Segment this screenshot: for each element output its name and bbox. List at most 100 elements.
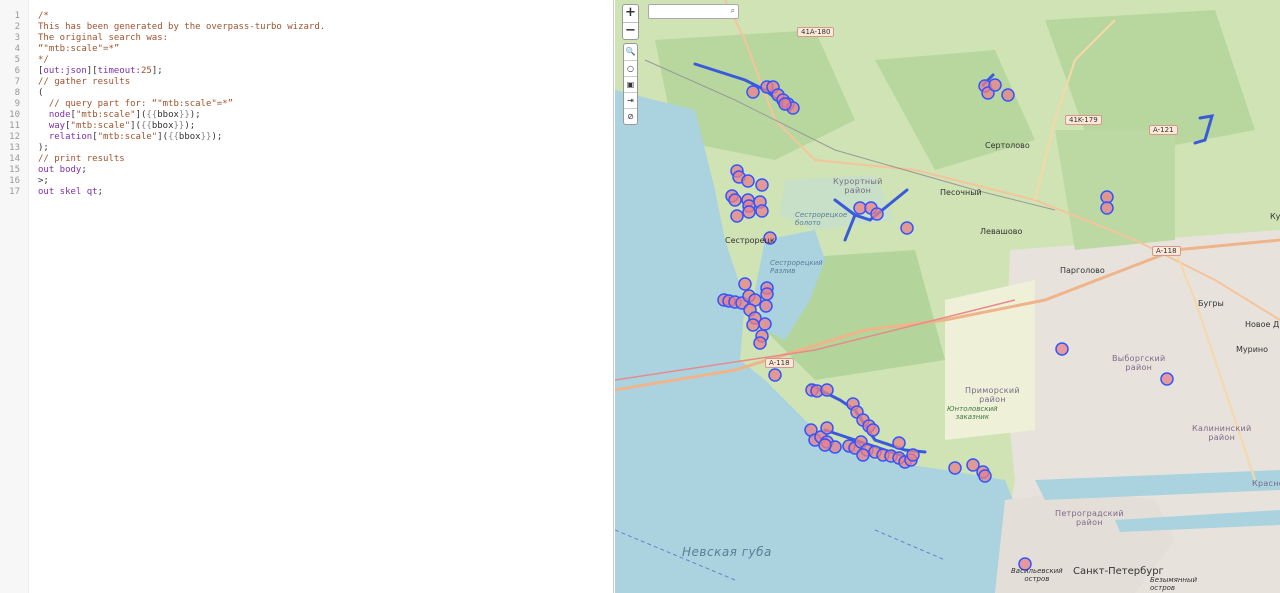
map-label: Левашово xyxy=(980,227,1023,236)
line-number: 13 xyxy=(9,143,20,153)
line-number: 10 xyxy=(9,110,20,120)
code-token: bbox xyxy=(157,110,179,120)
code-token: out:json xyxy=(43,66,87,76)
line-number: 3 xyxy=(14,33,20,43)
code-token: ); xyxy=(189,110,201,120)
code-token: >; xyxy=(38,176,49,186)
code-line[interactable]: 16 >; xyxy=(0,176,614,187)
code-token: ( xyxy=(38,88,44,98)
zoom-out-button[interactable]: − xyxy=(623,22,638,39)
code-line[interactable]: 13); xyxy=(0,143,614,154)
code-token: ]( xyxy=(135,110,147,120)
code-token: 25 xyxy=(140,66,152,76)
code-area[interactable]: 1 /* 2 This has been generated by the overp… xyxy=(0,11,614,198)
code-line[interactable]: 14 // print results xyxy=(0,154,614,165)
map-label: Приморский район xyxy=(965,386,1020,404)
code-line[interactable]: 2 This has been generated by the overpass… xyxy=(0,22,614,33)
code-line[interactable]: 17 out skel qt; xyxy=(0,187,614,198)
map-label: Юнтоловский заказник xyxy=(947,405,998,421)
code-token: ]; xyxy=(151,66,163,76)
code-token: "mtb:scale" xyxy=(70,121,131,131)
line-number: 17 xyxy=(9,187,20,197)
code-line[interactable]: 5 */ xyxy=(0,55,614,66)
road-shield: A-118 xyxy=(1152,246,1181,256)
map-search-input[interactable]: ⌕ xyxy=(648,4,739,19)
code-token: ; xyxy=(81,165,87,175)
code-token: "mtb:scale" xyxy=(75,110,136,120)
code-token: ; xyxy=(97,187,104,197)
map-label: Сестрорецк xyxy=(725,236,775,245)
map-label: Ку xyxy=(1270,212,1280,221)
map-label: Сестрорецкое болото xyxy=(795,211,848,227)
code-token: }} xyxy=(173,121,185,131)
road-shield: A-118 xyxy=(765,358,794,368)
code-token: relation xyxy=(48,132,93,142)
map-label: Красно xyxy=(1252,479,1280,488)
code-line[interactable]: 4 “"mtb:scale"=*” xyxy=(0,44,614,55)
code-line[interactable]: 8( xyxy=(0,88,614,99)
code-token: out body xyxy=(38,165,82,175)
zoom-to-data-icon[interactable]: 🔍 xyxy=(624,44,637,60)
code-token: ]( xyxy=(130,121,141,131)
code-line[interactable]: 12 relation["mtb:scale"]({{bbox}}); xyxy=(0,132,614,143)
code-line[interactable]: 1 /* xyxy=(0,11,614,22)
code-token: ); xyxy=(211,132,223,142)
map-label: Мурино xyxy=(1236,345,1269,354)
code-token: }} xyxy=(200,132,212,142)
code-line[interactable]: 11 way["mtb:scale"]({{bbox}}); xyxy=(0,121,614,132)
zoom-in-button[interactable]: + xyxy=(623,5,638,22)
layers-icon[interactable]: ▣ xyxy=(624,76,637,92)
code-token: way xyxy=(48,121,66,131)
code-token: {{ xyxy=(140,121,152,131)
code-token: ][ xyxy=(86,66,98,76)
search-icon[interactable]: ⌕ xyxy=(731,6,735,16)
road-shield: 41K-179 xyxy=(1065,115,1102,125)
code-token: "mtb:scale" xyxy=(97,132,158,142)
road-shield: A-121 xyxy=(1149,125,1178,135)
line-number: 12 xyxy=(9,132,20,142)
line-number: 16 xyxy=(9,176,20,186)
code-line[interactable]: 10 node["mtb:scale"]({{bbox}}); xyxy=(0,110,614,121)
line-number: 9 xyxy=(14,99,20,109)
code-token: ); xyxy=(184,121,196,131)
code-token: {{ xyxy=(146,110,158,120)
map-label: Невская губа xyxy=(682,545,772,559)
code-line[interactable]: 15 out body; xyxy=(0,165,614,176)
code-token: ]( xyxy=(157,132,169,142)
code-token: “"mtb:scale"=*” xyxy=(38,44,120,54)
line-number: 15 xyxy=(9,165,20,175)
line-number: 4 xyxy=(14,44,20,54)
code-line[interactable]: 3 The original search was: xyxy=(0,33,614,44)
road-shield: 41A-180 xyxy=(797,27,835,37)
line-number: 14 xyxy=(9,154,20,164)
map-label: Васильевский остров xyxy=(1011,567,1063,583)
code-line[interactable]: 7 // gather results xyxy=(0,77,614,88)
code-token: */ xyxy=(38,55,49,65)
map-label: Бугры xyxy=(1198,299,1224,308)
fit-data-icon[interactable]: ⇥ xyxy=(624,92,637,108)
map-label: Петроградский район xyxy=(1055,509,1124,527)
code-token: bbox xyxy=(178,132,201,142)
map-label: Безымянный остров xyxy=(1150,576,1198,592)
toggle-data-icon[interactable]: ⊘ xyxy=(624,108,637,124)
locate-icon[interactable]: ○ xyxy=(624,60,637,76)
code-token: out skel qt xyxy=(38,187,98,197)
map-view[interactable]: + − ⌕ 🔍 ○ ▣ ⇥ ⊘ 41A-180 41K-179 A-121 A-… xyxy=(615,0,1280,593)
map-label: Сестрорецкий Разлив xyxy=(770,259,823,275)
map-label: Новое Д xyxy=(1245,320,1280,329)
code-line[interactable]: 9 // query part for: “"mtb:scale"=*” xyxy=(0,99,614,110)
map-label: Парголово xyxy=(1060,266,1105,275)
code-token: node xyxy=(48,110,71,120)
code-token: // print results xyxy=(38,154,125,164)
line-number: 6 xyxy=(14,66,20,76)
line-number: 1 xyxy=(14,11,20,21)
overpass-turbo-app: 1 /* 2 This has been generated by the overp… xyxy=(0,0,1280,593)
query-editor[interactable]: 1 /* 2 This has been generated by the overp… xyxy=(0,0,614,593)
line-number: 8 xyxy=(14,88,20,98)
map-tool-control: 🔍 ○ ▣ ⇥ ⊘ xyxy=(623,43,638,125)
code-token: The original search was: xyxy=(38,33,169,43)
code-line[interactable]: 6[out:json][timeout: 25]; xyxy=(0,66,614,77)
line-number: 11 xyxy=(9,121,20,131)
line-number: 2 xyxy=(14,22,20,32)
